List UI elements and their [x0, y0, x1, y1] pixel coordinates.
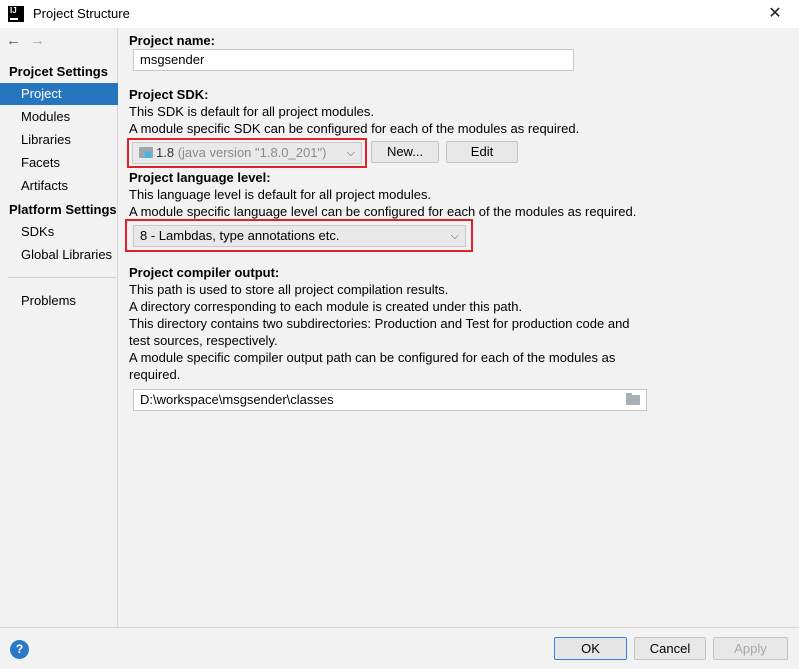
- browse-folder-icon[interactable]: [626, 393, 640, 405]
- sidebar-item-facets[interactable]: Facets: [0, 152, 118, 174]
- compiler-output-description-3: This directory contains two subdirectori…: [129, 316, 630, 331]
- language-level-description-2: A module specific language level can be …: [129, 204, 637, 219]
- ok-button[interactable]: OK: [554, 637, 627, 660]
- close-icon[interactable]: ✕: [762, 2, 788, 26]
- sidebar-item-modules[interactable]: Modules: [0, 106, 118, 128]
- sidebar-item-sdks[interactable]: SDKs: [0, 221, 118, 243]
- project-settings-panel: Project name: msgsender Project SDK: Thi…: [119, 28, 799, 627]
- dialog-button-bar: ? OK Cancel Apply: [0, 627, 799, 669]
- project-name-label: Project name:: [129, 33, 215, 48]
- sidebar-item-problems[interactable]: Problems: [0, 290, 118, 312]
- back-arrow-icon[interactable]: ←: [6, 32, 30, 49]
- forward-arrow-icon[interactable]: →: [30, 32, 54, 49]
- edit-sdk-button[interactable]: Edit: [446, 141, 518, 163]
- compiler-output-description-5: A module specific compiler output path c…: [129, 350, 616, 365]
- compiler-output-description-1: This path is used to store all project c…: [129, 282, 449, 297]
- sidebar-item-libraries[interactable]: Libraries: [0, 129, 118, 151]
- sidebar: ← → Projcet Settings Project Modules Libr…: [0, 28, 118, 627]
- title-bar: IJ Project Structure ✕: [0, 0, 799, 28]
- chevron-down-icon: ⌵: [346, 147, 355, 159]
- sidebar-item-global-libraries[interactable]: Global Libraries: [0, 244, 118, 266]
- nav-arrows: ← →: [6, 32, 54, 49]
- compiler-output-path: D:\workspace\msgsender\classes: [140, 392, 334, 407]
- sidebar-item-project[interactable]: Project: [0, 83, 118, 105]
- cancel-button[interactable]: Cancel: [634, 637, 706, 660]
- window-title: Project Structure: [33, 6, 130, 21]
- sdk-version-detail: (java version "1.8.0_201"): [177, 145, 327, 160]
- sdk-description-2: A module specific SDK can be configured …: [129, 121, 580, 136]
- new-sdk-button[interactable]: New...: [371, 141, 439, 163]
- compiler-output-description-4: test sources, respectively.: [129, 333, 278, 348]
- sdk-version: 1.8: [156, 145, 175, 160]
- sdk-folder-icon: [139, 147, 153, 158]
- project-sdk-label: Project SDK:: [129, 87, 209, 102]
- sidebar-separator: [8, 277, 116, 278]
- sdk-description-1: This SDK is default for all project modu…: [129, 104, 374, 119]
- project-sdk-dropdown[interactable]: 1.8 (java version "1.8.0_201") ⌵: [132, 142, 362, 164]
- language-level-label: Project language level:: [129, 170, 271, 185]
- help-icon[interactable]: ?: [10, 640, 29, 659]
- sidebar-item-artifacts[interactable]: Artifacts: [0, 175, 118, 197]
- language-level-dropdown[interactable]: 8 - Lambdas, type annotations etc. ⌵: [133, 225, 466, 247]
- compiler-output-description-6: required.: [129, 367, 181, 382]
- compiler-output-description-2: A directory corresponding to each module…: [129, 299, 523, 314]
- language-level-value: 8 - Lambdas, type annotations etc.: [140, 228, 340, 243]
- apply-button[interactable]: Apply: [713, 637, 788, 660]
- project-name-input[interactable]: msgsender: [133, 49, 574, 71]
- intellij-app-icon: IJ: [8, 6, 24, 22]
- chevron-down-icon: ⌵: [450, 230, 459, 242]
- language-level-description-1: This language level is default for all p…: [129, 187, 432, 202]
- compiler-output-label: Project compiler output:: [129, 265, 280, 280]
- project-settings-heading: Projcet Settings: [9, 64, 108, 79]
- platform-settings-heading: Platform Settings: [9, 202, 117, 217]
- compiler-output-path-input[interactable]: D:\workspace\msgsender\classes: [133, 389, 647, 411]
